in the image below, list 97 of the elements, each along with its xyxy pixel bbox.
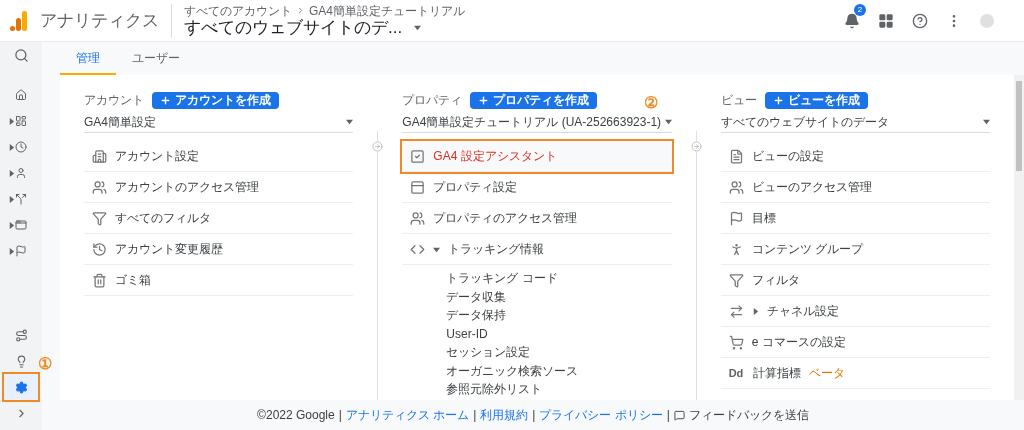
menu-item[interactable]: 目標 bbox=[751, 209, 776, 227]
submenu-item[interactable]: オーガニック検索ソース bbox=[446, 361, 672, 380]
copyright-text: ©2022 Google bbox=[257, 407, 335, 424]
people-icon bbox=[410, 210, 426, 226]
menu-item[interactable]: すべてのフィルタ bbox=[115, 209, 211, 227]
dd-icon: Dd bbox=[728, 364, 745, 382]
dropdown-caret-icon bbox=[664, 118, 672, 125]
window-icon[interactable] bbox=[15, 219, 27, 231]
menu-item[interactable]: プロパティのアクセス管理 bbox=[433, 209, 578, 227]
history-icon bbox=[92, 241, 107, 257]
submenu-item[interactable]: User-ID bbox=[446, 324, 672, 343]
clock-icon[interactable] bbox=[15, 141, 27, 153]
submenu-item[interactable]: データ収集 bbox=[446, 287, 672, 306]
submenu-item[interactable]: データ保持 bbox=[446, 306, 672, 325]
selector-dropdown[interactable]: GA4簡単設定 bbox=[84, 112, 156, 131]
dashboard-icon[interactable] bbox=[15, 115, 27, 127]
expand-caret-icon bbox=[8, 169, 15, 177]
feedback-icon bbox=[673, 409, 685, 421]
home-icon[interactable] bbox=[15, 89, 27, 101]
create-button[interactable]: プロパティを作成 bbox=[470, 91, 598, 109]
notifications-bell-icon[interactable] bbox=[844, 12, 860, 29]
dropdown-caret-icon bbox=[346, 118, 354, 125]
search-icon[interactable] bbox=[13, 47, 29, 63]
expand-caret-icon bbox=[8, 195, 15, 203]
menu-item[interactable]: ビューの設定 bbox=[751, 147, 824, 165]
people-icon bbox=[92, 179, 107, 195]
expand-caret-icon bbox=[8, 117, 15, 125]
footer-link[interactable]: プライバシー ポリシー bbox=[539, 406, 663, 424]
create-button[interactable]: ビューを作成 bbox=[764, 91, 868, 109]
footer-separator: | bbox=[338, 407, 342, 424]
app-title: アナリティクス bbox=[40, 9, 159, 32]
flag-icon[interactable] bbox=[15, 245, 27, 257]
footer-link[interactable]: 利用規約 bbox=[480, 406, 529, 424]
beta-label: ベータ bbox=[808, 365, 845, 382]
menu-item[interactable]: トラッキング情報 bbox=[448, 240, 545, 258]
view-title[interactable]: すべてのウェブサイトのデ... bbox=[184, 17, 403, 38]
fork-icon[interactable] bbox=[15, 193, 27, 205]
dropdown-caret-icon bbox=[983, 118, 990, 125]
create-button[interactable]: アカウントを作成 bbox=[152, 91, 279, 109]
menu-item[interactable]: コンテンツ グループ bbox=[751, 240, 863, 258]
menu-item[interactable]: プロパティ設定 bbox=[433, 178, 518, 196]
selector-dropdown[interactable]: GA4簡単設定チュートリアル (UA-252663923-1) bbox=[402, 112, 662, 131]
footer-separator: | bbox=[666, 407, 670, 424]
analytics-logo bbox=[10, 10, 28, 31]
notification-badge: 2 bbox=[854, 3, 866, 16]
selector-dropdown[interactable]: すべてのウェブサイトのデータ bbox=[720, 112, 889, 131]
menu-item[interactable]: GA4 設定アシスタント bbox=[433, 147, 557, 165]
dropdown-caret-icon bbox=[414, 24, 422, 31]
document-icon bbox=[728, 148, 744, 164]
menu-item[interactable]: 計算指標 bbox=[752, 364, 801, 382]
flag-icon bbox=[728, 210, 744, 226]
submenu-item[interactable]: トラッキング コード bbox=[446, 269, 672, 288]
trash-icon bbox=[92, 272, 107, 288]
menu-item[interactable]: ゴミ箱 bbox=[115, 271, 151, 289]
scrollbar[interactable] bbox=[1014, 75, 1024, 400]
footer-separator: | bbox=[473, 407, 477, 424]
footer-separator: | bbox=[532, 407, 536, 424]
plus-icon bbox=[772, 94, 784, 106]
building-icon bbox=[92, 148, 107, 164]
plus-icon bbox=[160, 94, 171, 106]
footer-link[interactable]: アナリティクス ホーム bbox=[345, 406, 470, 424]
menu-item[interactable]: アカウント設定 bbox=[115, 147, 199, 165]
menu-item[interactable]: アカウント変更履歴 bbox=[115, 240, 223, 258]
column-heading: プロパティ bbox=[402, 92, 463, 109]
menu-item[interactable]: アカウントのアクセス管理 bbox=[115, 178, 259, 196]
breadcrumb-link[interactable]: すべてのアカウント bbox=[184, 3, 292, 18]
menu-item[interactable]: フィルタ bbox=[751, 271, 800, 289]
column-heading: ビュー bbox=[720, 92, 757, 109]
apps-icon[interactable] bbox=[878, 12, 894, 29]
annotation-number: ① bbox=[38, 354, 52, 374]
menu-item[interactable]: チャネル設定 bbox=[766, 302, 839, 320]
help-icon[interactable] bbox=[912, 12, 928, 29]
route-icon[interactable] bbox=[14, 328, 28, 342]
filter-icon bbox=[92, 210, 107, 226]
panel-icon bbox=[410, 179, 426, 195]
selected-nav-item[interactable] bbox=[4, 374, 38, 400]
menu-item[interactable]: e コマースの設定 bbox=[751, 333, 846, 351]
expand-caret-icon bbox=[8, 247, 15, 255]
settings-icon bbox=[14, 380, 28, 394]
menu-item[interactable]: ビューのアクセス管理 bbox=[751, 178, 872, 196]
person-icon[interactable] bbox=[15, 167, 27, 179]
feedback-button[interactable]: フィードバックを送信 bbox=[673, 406, 809, 424]
plus-icon bbox=[478, 94, 490, 106]
people-icon bbox=[728, 179, 744, 195]
tab[interactable]: ユーザー bbox=[116, 42, 196, 75]
expand-caret-icon bbox=[8, 221, 15, 229]
annotation-number: ② bbox=[643, 94, 658, 112]
breadcrumb-separator-icon bbox=[296, 6, 305, 15]
checkbox-icon bbox=[410, 148, 426, 164]
breadcrumb-link[interactable]: GA4簡単設定チュートリアル bbox=[309, 3, 465, 18]
cart-icon bbox=[728, 334, 744, 350]
filter-icon bbox=[728, 272, 744, 288]
expand-caret-icon bbox=[8, 143, 15, 151]
submenu-item[interactable]: セッション設定 bbox=[446, 343, 672, 362]
channel-icon bbox=[728, 303, 744, 319]
column-heading: アカウント bbox=[84, 92, 144, 109]
submenu-item[interactable]: 参照元除外リスト bbox=[446, 380, 672, 399]
